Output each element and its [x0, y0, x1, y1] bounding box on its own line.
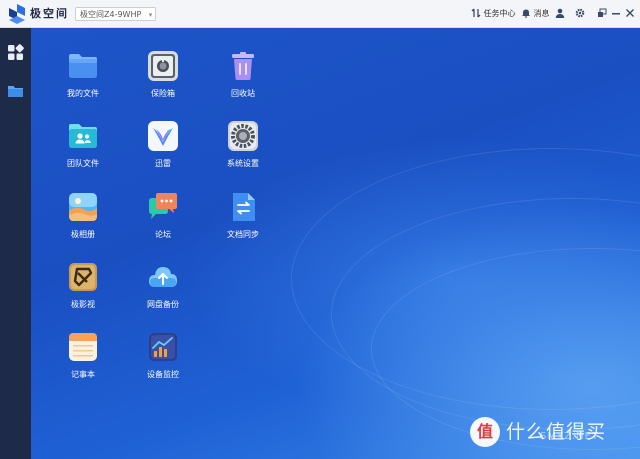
bell-icon	[522, 9, 530, 18]
task-center-icon	[471, 8, 481, 18]
task-center-button[interactable]: 任务中心	[471, 7, 516, 21]
folder-icon	[69, 54, 97, 78]
messages-label: 消息	[533, 9, 550, 18]
doc-sync-icon	[233, 193, 255, 221]
task-center-label: 任务中心	[483, 9, 516, 18]
user-icon[interactable]	[555, 8, 565, 18]
minimize-icon[interactable]	[611, 8, 621, 18]
app-label: 系统设置	[227, 159, 259, 168]
app-xunlei[interactable]: 迅雷	[123, 120, 203, 182]
brand-name: 极空间	[30, 7, 69, 20]
app-notepad[interactable]: 记事本	[43, 331, 123, 393]
app-label: 网盘备份	[147, 300, 179, 309]
app-forum[interactable]: 论坛	[123, 191, 203, 253]
messages-button[interactable]: 消息	[521, 7, 550, 21]
app-label: 论坛	[155, 230, 171, 239]
app-cloud-backup[interactable]: 网盘备份	[123, 261, 203, 323]
close-icon[interactable]	[625, 8, 635, 18]
app-label: 迅雷	[155, 159, 171, 168]
gear-icon[interactable]	[575, 8, 585, 18]
app-label: 我的文件	[67, 89, 99, 98]
notepad-icon	[69, 333, 97, 361]
app-label: 回收站	[231, 89, 255, 98]
watermark-badge-text: 值	[476, 422, 493, 441]
app-doc-sync[interactable]: 文档同步	[203, 191, 283, 253]
settings-gear-icon	[228, 121, 258, 151]
cloud-upload-icon	[149, 267, 177, 287]
app-team-files[interactable]: 团队文件	[43, 120, 123, 182]
app-label: 极相册	[71, 230, 95, 239]
watermark-url: SMYZ.NET	[540, 431, 600, 442]
forum-chat-icon	[149, 193, 177, 219]
monitor-chart-icon	[149, 333, 177, 361]
app-label: 记事本	[71, 370, 95, 379]
trash-icon	[232, 52, 254, 80]
title-bar: 极空间 极空间Z4-9WHP ▾ 任务中心 消息	[0, 0, 640, 28]
zspace-logo-icon	[9, 4, 25, 24]
app-system-settings[interactable]: 系统设置	[203, 120, 283, 182]
app-my-files[interactable]: 我的文件	[43, 50, 123, 112]
desktop: 我的文件 保险箱 回收站 团队文件 迅雷 系统设置 极相册 论坛 文档同步 极影…	[31, 28, 640, 459]
app-safe[interactable]: 保险箱	[123, 50, 203, 112]
apps-grid-icon[interactable]	[7, 44, 24, 61]
app-recycle-bin[interactable]: 回收站	[203, 50, 283, 112]
device-name: 极空间Z4-9WHP	[80, 10, 142, 19]
restore-window-icon[interactable]	[597, 8, 607, 18]
team-folder-icon	[69, 124, 97, 148]
device-selector[interactable]: 极空间Z4-9WHP ▾	[75, 7, 157, 21]
sidebar	[0, 28, 31, 459]
app-label: 极影视	[71, 300, 95, 309]
app-photo-album[interactable]: 极相册	[43, 191, 123, 253]
app-label: 文档同步	[227, 230, 259, 239]
photo-album-icon	[69, 193, 97, 221]
safe-icon	[148, 51, 178, 81]
app-label: 设备监控	[147, 370, 179, 379]
app-video[interactable]: 极影视	[43, 261, 123, 323]
app-label: 保险箱	[151, 89, 175, 98]
app-device-monitor[interactable]: 设备监控	[123, 331, 203, 393]
watermark: 值 什么值得买 SMYZ.NET	[470, 417, 630, 449]
chevron-down-icon: ▾	[148, 11, 153, 19]
folder-icon[interactable]	[7, 83, 24, 100]
video-icon	[69, 263, 97, 291]
app-label: 团队文件	[67, 159, 99, 168]
watermark-badge: 值	[470, 417, 500, 447]
xunlei-icon	[148, 121, 178, 151]
